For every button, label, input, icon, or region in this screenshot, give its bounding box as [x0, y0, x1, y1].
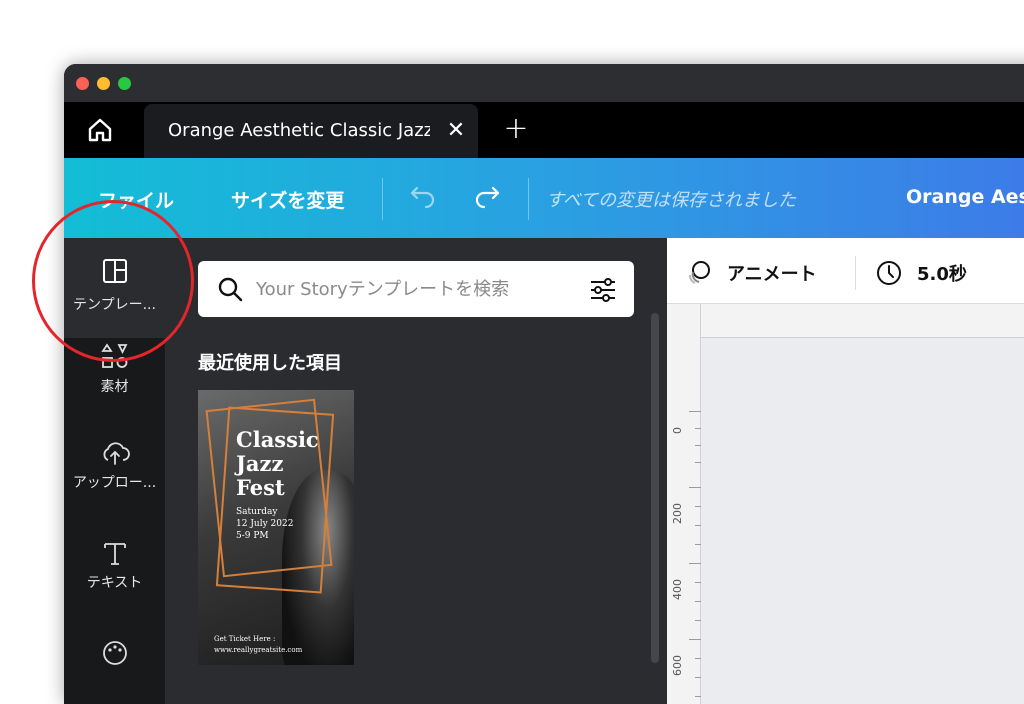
maximize-window-button[interactable] — [118, 77, 131, 90]
panel-scrollbar[interactable] — [651, 313, 659, 663]
animate-button[interactable]: アニメート — [727, 260, 817, 286]
canvas-toolbar: アニメート 5.0秒 — [667, 238, 1024, 304]
ruler-tick — [695, 445, 701, 446]
document-title[interactable]: Orange Aest — [906, 186, 1024, 208]
ruler-tick — [689, 411, 701, 412]
close-window-button[interactable] — [76, 77, 89, 90]
canvas-area: アニメート 5.0秒 0 200 400 600 — [667, 238, 1024, 704]
editor-toolbar: ファイル サイズを変更 すべての変更は保存されました Orange Aest — [64, 158, 1024, 238]
ruler-tick — [695, 677, 701, 678]
ruler-tick — [695, 462, 701, 463]
thumbnail-footer: Get Ticket Here : www.reallygreatsite.co… — [214, 635, 303, 654]
sidebar-item-label: アップロー... — [72, 475, 157, 491]
sidebar-item-styles[interactable] — [64, 638, 165, 704]
toolbar-divider — [528, 178, 529, 220]
ruler-label: 200 — [671, 503, 684, 524]
template-search-box — [198, 261, 634, 317]
tab-document[interactable]: Orange Aesthetic Classic Jazz Fest ✕ — [144, 104, 478, 158]
text-icon — [100, 538, 130, 568]
resize-button[interactable]: サイズを変更 — [231, 186, 344, 213]
home-icon[interactable] — [86, 116, 114, 144]
sidebar-item-text[interactable]: テキスト — [64, 538, 165, 638]
ruler-label: 400 — [671, 579, 684, 600]
search-input[interactable] — [256, 274, 576, 304]
save-status: すべての変更は保存されました — [546, 190, 797, 211]
sidebar-item-label: 素材 — [100, 379, 129, 395]
undo-icon[interactable] — [408, 184, 438, 212]
template-thumbnail[interactable]: Classic Jazz Fest Saturday 12 July 2022 … — [198, 390, 354, 665]
sidebar-item-label: テキスト — [86, 575, 143, 591]
new-tab-button[interactable]: + — [502, 114, 530, 144]
toolbar-divider — [855, 256, 856, 290]
ruler-tick — [695, 506, 701, 507]
filter-icon[interactable] — [588, 275, 618, 305]
ruler-tick — [689, 639, 701, 640]
thumbnail-title: Classic Jazz Fest — [236, 427, 319, 500]
vertical-ruler: 0 200 400 600 — [667, 304, 701, 704]
upload-icon — [100, 438, 130, 468]
minimize-window-button[interactable] — [97, 77, 110, 90]
ruler-label: 600 — [671, 655, 684, 676]
duration-button[interactable]: 5.0秒 — [917, 260, 967, 286]
animate-icon[interactable] — [685, 258, 713, 286]
sidebar-item-uploads[interactable]: アップロー... — [64, 438, 165, 538]
ruler-tick — [695, 696, 701, 697]
horizontal-ruler — [701, 304, 1024, 338]
clock-icon[interactable] — [875, 259, 903, 287]
ruler-tick — [689, 487, 701, 488]
ruler-tick — [695, 582, 701, 583]
ruler-tick — [695, 525, 701, 526]
palette-icon — [100, 638, 130, 668]
ruler-tick — [695, 658, 701, 659]
ruler-tick — [695, 544, 701, 545]
close-icon[interactable]: ✕ — [444, 118, 468, 144]
app-window: Orange Aesthetic Classic Jazz Fest ✕ + フ… — [64, 64, 1024, 704]
ruler-tick — [695, 428, 701, 429]
templates-panel: 最近使用した項目 Classic Jazz Fest Saturday 12 J… — [165, 238, 667, 704]
tab-bar: Orange Aesthetic Classic Jazz Fest ✕ + — [64, 102, 1024, 158]
tab-title: Orange Aesthetic Classic Jazz Fest — [168, 120, 430, 141]
ruler-tick — [695, 601, 701, 602]
ruler-label: 0 — [671, 427, 684, 434]
redo-icon[interactable] — [472, 184, 502, 212]
highlight-annotation-circle — [32, 200, 194, 362]
ruler-tick — [689, 563, 701, 564]
thumbnail-date: Saturday 12 July 2022 5-9 PM — [236, 507, 294, 541]
title-bar — [64, 64, 1024, 102]
ruler-tick — [695, 620, 701, 621]
toolbar-divider — [382, 178, 383, 220]
recent-section-title: 最近使用した項目 — [198, 353, 342, 374]
search-icon — [216, 275, 244, 303]
